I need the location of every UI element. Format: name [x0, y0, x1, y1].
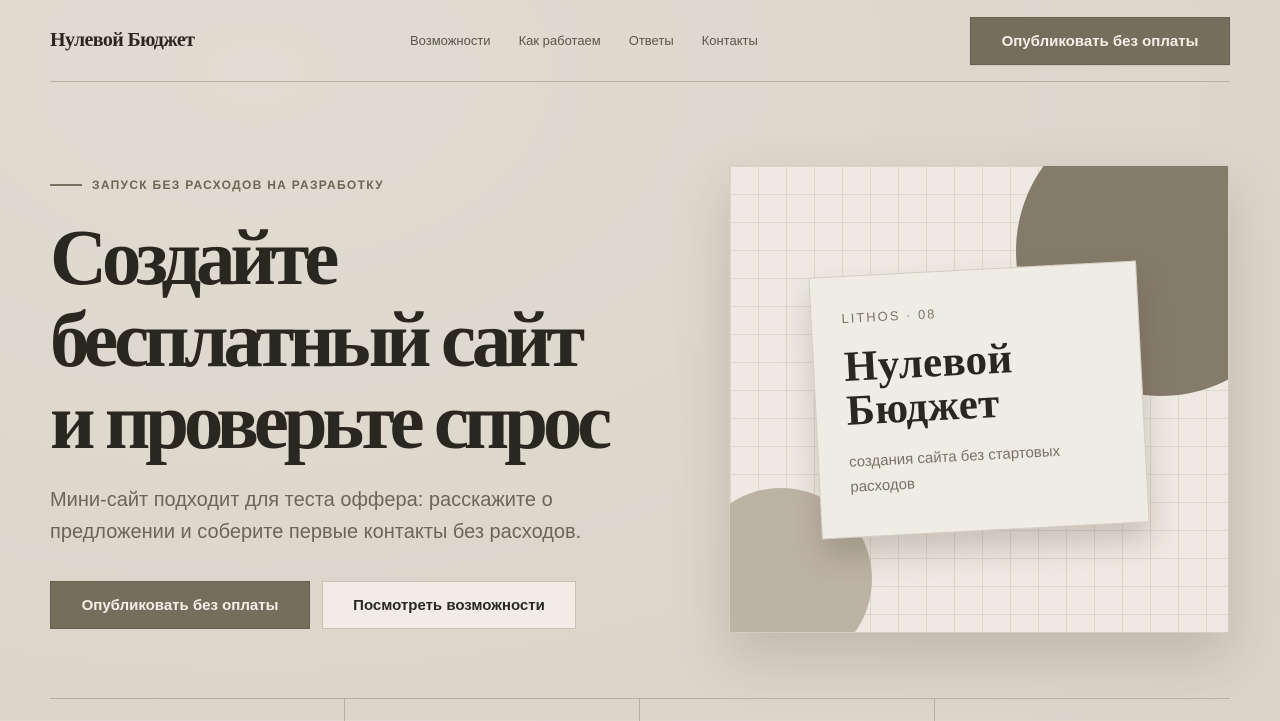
headline-line-1: Создайте — [50, 215, 339, 302]
site-logo[interactable]: Нулевой Бюджет — [50, 29, 195, 52]
hero-publish-button[interactable]: Опубликовать без оплаты — [50, 581, 310, 629]
eyebrow-line — [50, 184, 82, 186]
headline-line-3: и проверьте спрос — [50, 379, 612, 466]
strip-divider — [934, 699, 935, 721]
nav-link-features[interactable]: Возможности — [410, 33, 491, 48]
feature-strip — [50, 698, 1230, 721]
site-header: Нулевой Бюджет Возможности Как работаем … — [50, 0, 1230, 82]
card-kicker: LITHOS · 08 — [841, 306, 937, 327]
card-title: Нулевой Бюджет — [843, 332, 1113, 435]
strip-divider — [344, 699, 345, 721]
hero-subtitle: Мини-сайт подходит для теста оффера: рас… — [50, 489, 582, 543]
strip-divider — [639, 699, 640, 721]
nav-link-faq[interactable]: Ответы — [629, 33, 674, 48]
nav-link-how-we-work[interactable]: Как работаем — [519, 33, 601, 48]
hero-headline: Создайте бесплатный сайт и проверьте спр… — [50, 218, 690, 464]
preview-card: LITHOS · 08 Нулевой Бюджет создания сайт… — [808, 260, 1150, 540]
hero-eyebrow: ЗАПУСК БЕЗ РАСХОДОВ НА РАЗРАБОТКУ — [50, 178, 384, 192]
nav-link-contacts[interactable]: Контакты — [702, 33, 758, 48]
hero-visual: LITHOS · 08 Нулевой Бюджет создания сайт… — [729, 165, 1229, 633]
headline-line-2: бесплатный сайт — [50, 297, 585, 384]
header-publish-button[interactable]: Опубликовать без оплаты — [970, 17, 1230, 65]
card-subtitle: создания сайта без стартовых расходов — [848, 442, 1061, 496]
eyebrow-text: ЗАПУСК БЕЗ РАСХОДОВ НА РАЗРАБОТКУ — [92, 178, 384, 192]
main-nav: Возможности Как работаем Ответы Контакты — [410, 33, 758, 48]
card-title-line-2: Бюджет — [845, 379, 1001, 435]
hero-features-button[interactable]: Посмотреть возможности — [322, 581, 576, 629]
